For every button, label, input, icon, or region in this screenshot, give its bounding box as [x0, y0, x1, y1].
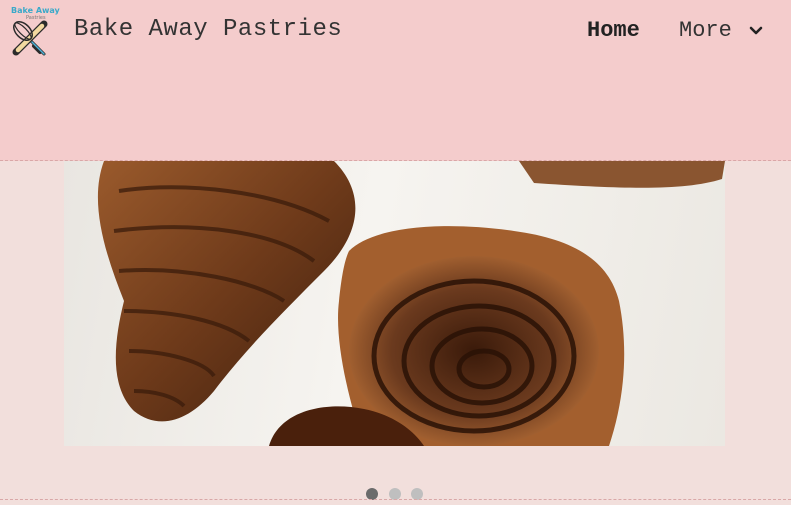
logo-text: Bake Away — [11, 6, 60, 15]
whisk-rolling-pin-icon — [12, 20, 48, 56]
brand-name[interactable]: Bake Away Pastries — [74, 16, 342, 43]
nav-more-label: More — [679, 18, 732, 43]
chevron-down-icon — [749, 26, 763, 35]
nav-home-link[interactable]: Home — [587, 18, 640, 43]
chocolate-croissant-image — [97, 161, 725, 446]
site-header: Bake Away Pastries Bake Away Pastries Ho… — [0, 0, 791, 161]
nav-more-dropdown[interactable]: More — [679, 18, 763, 43]
site-logo[interactable]: Bake Away Pastries — [10, 6, 60, 58]
section-divider — [0, 499, 791, 500]
hero-slide-image — [64, 161, 725, 446]
